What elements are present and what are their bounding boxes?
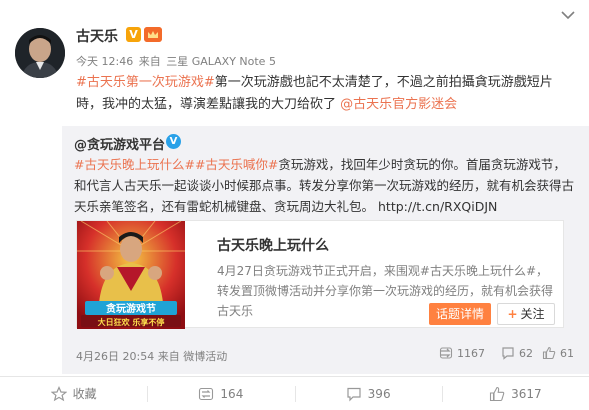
retweet-comment-stat[interactable]: 62: [501, 346, 533, 360]
post-text: #古天乐第一次玩游戏#第一次玩游戲也記不太清楚了，不過之前拍攝貪玩游戲短片時，我…: [76, 72, 576, 116]
from-label: 来自: [138, 55, 161, 68]
retweet-box: @贪玩游戏平台 V #古天乐晚上玩什么##古天乐喊你#贪玩游戏，找回年少时贪玩的…: [62, 126, 589, 374]
like-count: 61: [560, 346, 574, 360]
like-button[interactable]: 3617: [441, 377, 589, 410]
follow-label: 关注: [520, 307, 545, 321]
forward-icon: [439, 347, 453, 359]
chevron-down-icon[interactable]: [559, 8, 577, 22]
action-bar: 收藏 164 396 3617: [0, 376, 589, 410]
forward-count: 1167: [457, 346, 485, 360]
hashtag-link[interactable]: #古天乐第一次玩游戏#: [76, 75, 215, 90]
retweet-meta: 4月26日 20:54 来自 微博活动: [76, 348, 227, 364]
like-count: 3617: [511, 386, 542, 401]
hashtag-link[interactable]: #古天乐喊你#: [195, 157, 278, 172]
mention-link[interactable]: @古天乐官方影迷会: [340, 97, 457, 112]
retweet-source[interactable]: 微博活动: [183, 350, 227, 363]
comment-count: 396: [367, 386, 391, 401]
retweet-like-stat[interactable]: 61: [542, 346, 574, 360]
from-label: 来自: [157, 350, 180, 363]
verified-icon: V: [126, 27, 141, 42]
post-time[interactable]: 今天 12:46: [76, 55, 133, 68]
favorite-button[interactable]: 收藏: [0, 377, 147, 410]
topic-card[interactable]: 贪玩游戏节 大日狂欢 乐享不停 古天乐晚上玩什么 4月27日贪玩游戏节正式开启，…: [76, 220, 564, 329]
comment-icon: [502, 347, 514, 360]
retweet-text: #古天乐晚上玩什么##古天乐喊你#贪玩游戏，找回年少时贪玩的你。首届贪玩游戏节，…: [74, 154, 574, 217]
favorite-icon: [50, 385, 67, 401]
comment-button[interactable]: 396: [294, 377, 442, 410]
post-device[interactable]: 三星 GALAXY Note 5: [166, 55, 276, 68]
member-icon[interactable]: [144, 27, 162, 42]
topic-detail-button[interactable]: 话题详情: [429, 303, 491, 325]
card-title[interactable]: 古天乐晚上玩什么: [217, 235, 329, 255]
verified-icon: V: [166, 134, 181, 149]
forward-icon: [199, 387, 214, 400]
comment-icon: [347, 387, 361, 401]
forward-button[interactable]: 164: [147, 377, 294, 410]
hashtag-link[interactable]: #古天乐晚上玩什么#: [74, 157, 195, 172]
retweet-author[interactable]: @贪玩游戏平台: [74, 134, 165, 153]
like-icon: [490, 386, 505, 401]
forward-count: 164: [220, 386, 244, 401]
like-icon: [542, 346, 556, 360]
comment-count: 62: [519, 346, 533, 360]
post-meta: 今天 12:46 来自 三星 GALAXY Note 5: [76, 53, 278, 69]
card-image-text: 大日狂欢 乐享不停: [98, 317, 165, 327]
plus-icon: +: [507, 307, 518, 321]
card-image-text: 贪玩游戏节: [105, 302, 156, 315]
short-link[interactable]: http://t.cn/RXQiDJN: [378, 199, 497, 214]
follow-button[interactable]: + 关注: [497, 303, 555, 325]
card-image[interactable]: 贪玩游戏节 大日狂欢 乐享不停: [77, 221, 185, 329]
avatar[interactable]: [15, 28, 65, 78]
retweet-date[interactable]: 4月26日 20:54: [76, 350, 154, 363]
favorite-label: 收藏: [72, 387, 97, 401]
author-name[interactable]: 古天乐: [76, 26, 118, 46]
retweet-forward-stat[interactable]: 1167: [439, 346, 485, 360]
